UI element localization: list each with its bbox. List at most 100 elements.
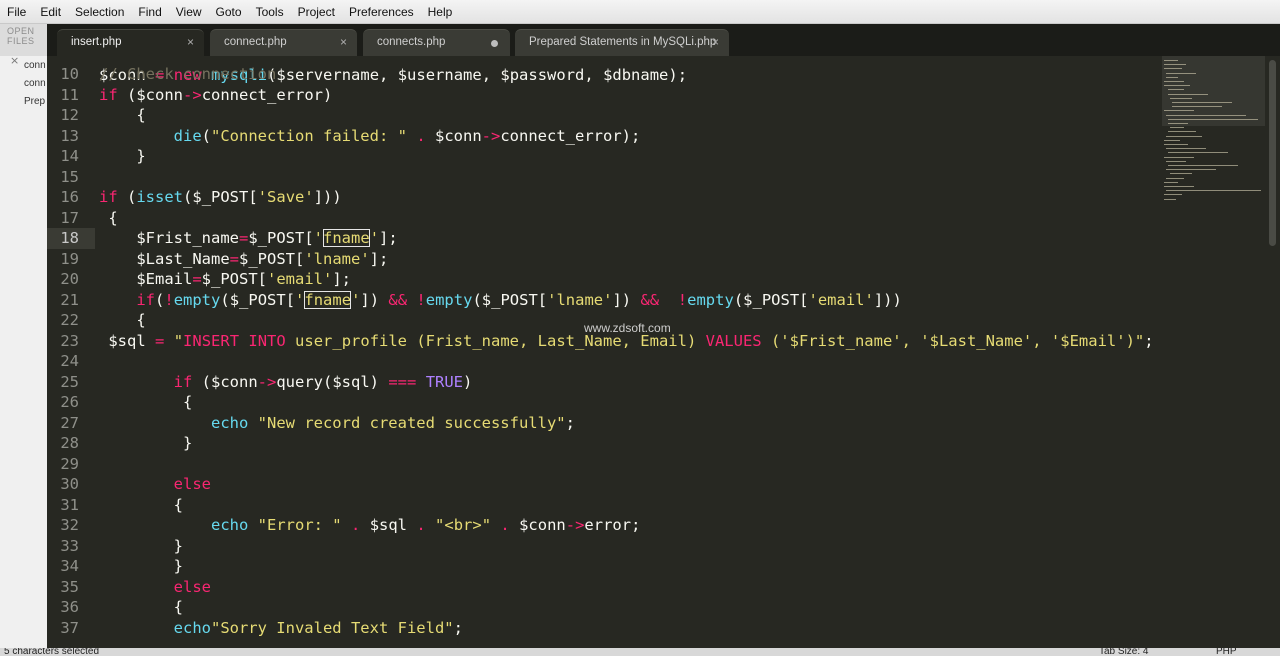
menu-view[interactable]: View	[169, 0, 209, 24]
line-number: 21	[60, 290, 79, 309]
sidebar-file-prepared[interactable]: Prep	[24, 96, 45, 107]
minimap-line	[1168, 152, 1228, 154]
code-line[interactable]: 14 }	[47, 146, 1162, 167]
minimap-line	[1164, 110, 1194, 112]
minimap-line	[1168, 165, 1238, 166]
close-icon[interactable]: ×	[187, 30, 194, 55]
code-line[interactable]: 26 {	[47, 392, 1162, 413]
code-line[interactable]: 32 echo "Error: " . $sql . "<br>" . $con…	[47, 515, 1162, 536]
code-line[interactable]: 18 $Frist_name=$_POST['fname'];	[47, 228, 1162, 249]
vertical-scrollbar[interactable]	[1265, 56, 1280, 648]
code-line[interactable]: 37 echo"Sorry Invaled Text Field";	[47, 618, 1162, 639]
line-number: 32	[60, 516, 79, 534]
tab-connect-php[interactable]: connect.php ×	[210, 29, 357, 56]
menu-find[interactable]: Find	[131, 0, 168, 24]
line-code: {	[99, 208, 118, 227]
tab-connects-php[interactable]: connects.php	[363, 29, 510, 56]
line-number: 12	[60, 106, 79, 124]
code-line[interactable]: 15	[47, 167, 1162, 188]
code-line[interactable]: 21 if(!empty($_POST['fname']) && !empty(…	[47, 290, 1162, 311]
line-code: }	[99, 536, 183, 555]
minimap-line	[1166, 135, 1202, 137]
open-files-label: OPEN FILES	[7, 26, 35, 46]
line-number: 25	[60, 372, 79, 391]
code-line[interactable]: 30 else	[47, 474, 1162, 495]
sidebar-file-connect[interactable]: conn	[24, 60, 46, 71]
unsaved-dot-icon[interactable]	[491, 40, 498, 47]
code-line[interactable]: 31 {	[47, 495, 1162, 516]
line-number: 31	[60, 495, 79, 514]
line-number: 36	[60, 598, 79, 616]
minimap-line	[1170, 127, 1184, 129]
line-code: echo"Sorry Invaled Text Field";	[173, 618, 463, 637]
minimap-line	[1166, 160, 1186, 162]
code-line[interactable]: 24	[47, 351, 1162, 372]
minimap-line	[1164, 85, 1190, 87]
tab-label: Prepared Statements in MySQLi.php	[529, 36, 717, 48]
minimap-line	[1164, 156, 1194, 158]
line-code: $Last_Name=$_POST['lname'];	[136, 249, 389, 268]
menu-preferences[interactable]: Preferences	[342, 0, 421, 24]
menu-file[interactable]: File	[0, 0, 33, 24]
code-line[interactable]: 29	[47, 454, 1162, 475]
minimap-line	[1170, 173, 1192, 175]
tab-prepared-statements[interactable]: Prepared Statements in MySQLi.php ×	[515, 29, 729, 56]
line-number: 27	[60, 413, 79, 432]
line-code: echo "New record created successfully";	[210, 413, 575, 432]
code-line[interactable]: 28 }	[47, 433, 1162, 454]
code-line[interactable]: 16 if (isset($_POST['Save']))	[47, 187, 1162, 208]
tab-insert-php[interactable]: insert.php ×	[57, 29, 204, 56]
line-code: die("Connection failed: " . $conn->conne…	[173, 126, 641, 145]
code-line[interactable]: 10 // Check connection	[47, 64, 1162, 85]
line-code: if ($conn->connect_error)	[99, 85, 333, 104]
line-code: // Check connection	[99, 65, 277, 83]
line-code: {	[99, 106, 146, 124]
line-number: 28	[60, 434, 79, 452]
code-line[interactable]: 12 {	[47, 105, 1162, 126]
scroll-thumb[interactable]	[1269, 60, 1276, 246]
close-icon[interactable]: ×	[10, 56, 19, 67]
tab-size-status[interactable]: Tab Size: 4	[1099, 648, 1148, 656]
line-code: if ($conn->query($sql) === TRUE)	[173, 372, 473, 391]
menu-edit[interactable]: Edit	[33, 0, 68, 24]
line-code: else	[173, 475, 211, 493]
line-number: 10	[60, 65, 79, 83]
code-line[interactable]: 19 $Last_Name=$_POST['lname'];	[47, 249, 1162, 270]
code-line[interactable]: 33 }	[47, 536, 1162, 557]
sidebar-file-connects[interactable]: conn	[24, 78, 46, 89]
line-number: 30	[60, 475, 79, 493]
line-number: 15	[60, 167, 79, 186]
line-code: {	[99, 311, 146, 329]
line-code: if(!empty($_POST['fname']) && !empty($_P…	[136, 290, 902, 309]
menu-help[interactable]: Help	[421, 0, 460, 24]
close-icon[interactable]: ×	[340, 30, 347, 55]
line-code: $Email=$_POST['email'];	[136, 270, 352, 288]
menu-tools[interactable]: Tools	[249, 0, 291, 24]
code-line[interactable]: 20 $Email=$_POST['email'];	[47, 269, 1162, 290]
line-number: 11	[60, 85, 79, 104]
minimap-line	[1172, 102, 1232, 103]
line-number: 17	[60, 208, 79, 227]
code-editor[interactable]: $conn = new mysqli($servername, $usernam…	[47, 56, 1162, 648]
code-line[interactable]: 36 {	[47, 597, 1162, 618]
line-number: 20	[60, 270, 79, 288]
code-line[interactable]: 17 {	[47, 208, 1162, 229]
line-code: if (isset($_POST['Save']))	[99, 188, 342, 206]
line-code: }	[99, 147, 146, 165]
close-icon[interactable]: ×	[712, 30, 719, 55]
code-line[interactable]: 34 }	[47, 556, 1162, 577]
code-line[interactable]: 11 if ($conn->connect_error)	[47, 85, 1162, 106]
line-number: 29	[60, 454, 79, 473]
minimap[interactable]	[1162, 56, 1265, 648]
minimap-line	[1164, 194, 1182, 196]
code-line[interactable]: 25 if ($conn->query($sql) === TRUE)	[47, 372, 1162, 393]
menu-project[interactable]: Project	[291, 0, 342, 24]
code-line[interactable]: 35 else	[47, 577, 1162, 598]
code-line[interactable]: 27 echo "New record created successfully…	[47, 413, 1162, 434]
syntax-status[interactable]: PHP	[1216, 648, 1237, 656]
menu-goto[interactable]: Goto	[209, 0, 249, 24]
menu-selection[interactable]: Selection	[68, 0, 131, 24]
line-code: else	[173, 577, 211, 596]
minimap-line	[1164, 198, 1176, 200]
code-line[interactable]: 13 die("Connection failed: " . $conn->co…	[47, 126, 1162, 147]
